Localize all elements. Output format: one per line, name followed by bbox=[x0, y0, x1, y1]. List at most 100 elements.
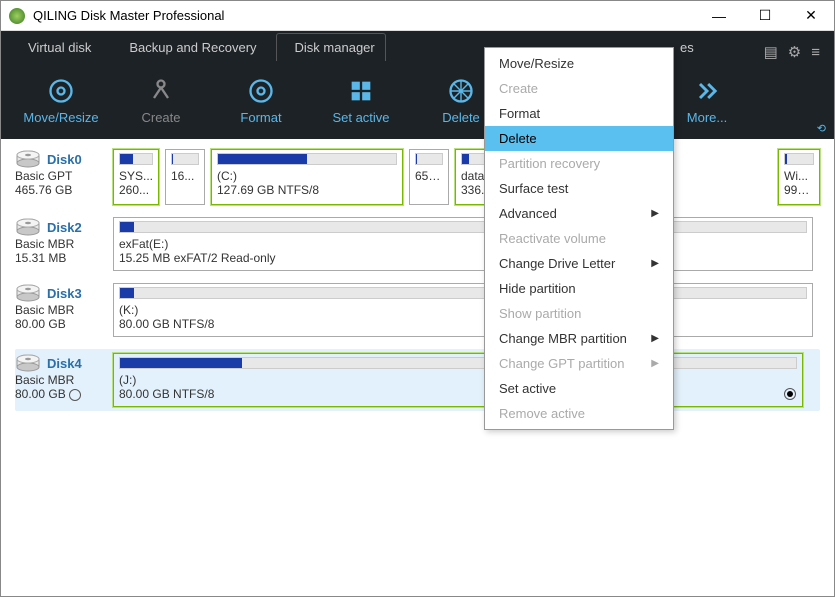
maximize-button[interactable]: ☐ bbox=[742, 1, 788, 31]
menu-item-label: Hide partition bbox=[499, 281, 576, 296]
toolbar-create: Create bbox=[111, 76, 211, 125]
radio-off[interactable] bbox=[69, 389, 81, 401]
disk-size: 80.00 GB bbox=[15, 387, 107, 401]
submenu-arrow-icon: ▶ bbox=[651, 333, 659, 344]
disk-name: Disk0 bbox=[47, 152, 82, 167]
menu-item-surface-test[interactable]: Surface test bbox=[485, 176, 673, 201]
disk-size: 15.31 MB bbox=[15, 251, 107, 265]
partition[interactable]: (C:)127.69 GB NTFS/8 bbox=[211, 149, 403, 205]
disk-type: Basic MBR bbox=[15, 237, 107, 251]
refresh-icon[interactable]: ⟲ bbox=[817, 122, 826, 135]
menu-item-change-drive-letter[interactable]: Change Drive Letter▶ bbox=[485, 251, 673, 276]
app-icon bbox=[9, 8, 25, 24]
disk-icon bbox=[15, 353, 41, 373]
partition-sublabel: 80.00 GB NTFS/8 bbox=[119, 317, 807, 331]
disk-size: 80.00 GB bbox=[15, 317, 107, 331]
partition-sublabel: 80.00 GB NTFS/8 bbox=[119, 387, 797, 401]
more-label: More... bbox=[667, 110, 747, 125]
disk-list: Disk0Basic GPT465.76 GBSYS...260... 16...… bbox=[1, 139, 834, 433]
menu-item-hide-partition[interactable]: Hide partition bbox=[485, 276, 673, 301]
menu-item-label: Change Drive Letter bbox=[499, 256, 615, 271]
disk-row-disk4[interactable]: Disk4Basic MBR80.00 GB (J:)80.00 GB NTFS… bbox=[15, 349, 820, 411]
disk-icon bbox=[15, 217, 41, 237]
partition[interactable]: Wi...995... bbox=[778, 149, 820, 205]
partition-fill bbox=[218, 154, 307, 164]
menu-item-label: Delete bbox=[499, 131, 537, 146]
menu-item-label: Show partition bbox=[499, 306, 581, 321]
partition-sublabel: 995... bbox=[784, 183, 814, 197]
close-button[interactable]: ✕ bbox=[788, 1, 834, 31]
window-controls: — ☐ ✕ bbox=[696, 1, 834, 31]
partition-label: (C:) bbox=[217, 169, 397, 183]
partition-label: Wi... bbox=[784, 169, 814, 183]
disk-size: 465.76 GB bbox=[15, 183, 107, 197]
partition[interactable]: (K:)80.00 GB NTFS/8 bbox=[113, 283, 813, 337]
partition-bar bbox=[784, 153, 814, 165]
partition-fill bbox=[120, 154, 133, 164]
partition-fill bbox=[416, 154, 417, 164]
disk-row-disk0[interactable]: Disk0Basic GPT465.76 GBSYS...260... 16...… bbox=[15, 149, 820, 205]
disk-info: Disk0Basic GPT465.76 GB bbox=[15, 149, 107, 205]
menu-item-advanced[interactable]: Advanced ▶ bbox=[485, 201, 673, 226]
disk-type: Basic MBR bbox=[15, 373, 107, 387]
list-icon[interactable]: ▤ bbox=[764, 43, 778, 61]
radio-on[interactable] bbox=[784, 388, 796, 400]
disk-icon bbox=[15, 149, 41, 169]
menu-item-label: Move/Resize bbox=[499, 56, 574, 71]
submenu-arrow-icon: ▶ bbox=[651, 208, 659, 219]
disk-row-disk3[interactable]: Disk3Basic MBR80.00 GB(K:)80.00 GB NTFS/… bbox=[15, 283, 820, 337]
partition-fill bbox=[120, 288, 134, 298]
move-resize-label: Move/Resize bbox=[11, 110, 111, 125]
menu-item-label: Set active bbox=[499, 381, 556, 396]
menu-item-format[interactable]: Format bbox=[485, 101, 673, 126]
toolbar-format[interactable]: Format bbox=[211, 76, 311, 125]
menu-item-label: Partition recovery bbox=[499, 156, 600, 171]
partition-fill bbox=[462, 154, 469, 164]
tab-right-icons: ▤ ⚙ ≡ bbox=[764, 43, 826, 61]
format-label: Format bbox=[211, 110, 311, 125]
toolbar-set-active[interactable]: Set active bbox=[311, 76, 411, 125]
menu-icon[interactable]: ≡ bbox=[811, 44, 820, 61]
partition[interactable]: 16... bbox=[165, 149, 205, 205]
partition-label: (K:) bbox=[119, 303, 807, 317]
menu-item-label: Surface test bbox=[499, 181, 568, 196]
partition-fill bbox=[172, 154, 173, 164]
partition-label: exFat(E:) bbox=[119, 237, 807, 251]
tab-bar: Virtual disk Backup and Recovery Disk ma… bbox=[1, 31, 834, 61]
menu-item-partition-recovery: Partition recovery bbox=[485, 151, 673, 176]
partition-fill bbox=[120, 222, 134, 232]
gear-icon[interactable]: ⚙ bbox=[788, 43, 801, 61]
partition[interactable]: SYS...260... bbox=[113, 149, 159, 205]
partition-bar bbox=[217, 153, 397, 165]
partition-sublabel: 16... bbox=[171, 169, 199, 183]
app-window: QILING Disk Master Professional — ☐ ✕ Vi… bbox=[0, 0, 835, 597]
disk-info: Disk2 Basic MBR15.31 MB bbox=[15, 217, 107, 271]
menu-item-set-active[interactable]: Set active bbox=[485, 376, 673, 401]
toolbar-move-resize[interactable]: Move/Resize bbox=[11, 76, 111, 125]
partition[interactable]: (J:)80.00 GB NTFS/8 bbox=[113, 353, 803, 407]
tab-disk-manager[interactable]: Disk manager bbox=[276, 33, 386, 61]
partition[interactable]: exFat(E:)15.25 MB exFAT/2 Read-only bbox=[113, 217, 813, 271]
minimize-button[interactable]: — bbox=[696, 1, 742, 31]
disk-row-disk2[interactable]: Disk2 Basic MBR15.31 MB exFat(E:)15.25 MB … bbox=[15, 217, 820, 271]
menu-item-change-gpt-partition: Change GPT partition▶ bbox=[485, 351, 673, 376]
menu-item-delete[interactable]: Delete bbox=[485, 126, 673, 151]
partition-bar bbox=[415, 153, 443, 165]
menu-item-label: Reactivate volume bbox=[499, 231, 606, 246]
partition[interactable]: 653... bbox=[409, 149, 449, 205]
tab-virtual-disk[interactable]: Virtual disk bbox=[9, 33, 110, 61]
menu-item-label: Change MBR partition bbox=[499, 331, 627, 346]
menu-item-label: Advanced bbox=[499, 206, 557, 221]
partition-bar bbox=[119, 357, 797, 369]
disk-name: Disk2 bbox=[47, 220, 82, 235]
toolbar-more[interactable]: More... bbox=[667, 76, 747, 125]
menu-item-create: Create bbox=[485, 76, 673, 101]
tab-backup-recovery[interactable]: Backup and Recovery bbox=[110, 33, 275, 61]
menu-item-remove-active: Remove active bbox=[485, 401, 673, 426]
disk-type: Basic MBR bbox=[15, 303, 107, 317]
partition-bar bbox=[171, 153, 199, 165]
create-icon bbox=[111, 76, 211, 106]
menu-item-change-mbr-partition[interactable]: Change MBR partition ▶ bbox=[485, 326, 673, 351]
partition-fill bbox=[120, 358, 242, 368]
menu-item-move-resize[interactable]: Move/Resize bbox=[485, 51, 673, 76]
